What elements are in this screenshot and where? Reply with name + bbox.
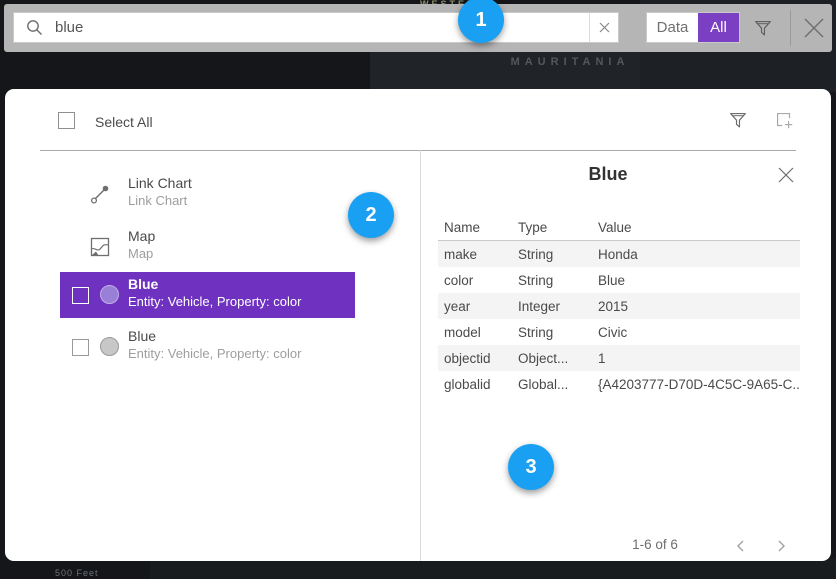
add-frame-icon [773,109,795,131]
column-header-type: Type [518,220,598,235]
result-checkbox[interactable] [72,339,89,356]
pagination-range-label: 1-6 of 6 [605,537,705,552]
table-header-row: Name Type Value [438,215,800,241]
result-title: Blue [128,328,156,344]
funnel-icon [752,17,774,39]
add-to-selection-button[interactable] [773,109,795,131]
pagination-previous-button[interactable] [735,539,747,553]
attributes-table: Name Type Value make String Honda color … [438,215,800,397]
search-toolbar: Data All [4,4,832,52]
close-icon [777,166,795,184]
result-item-link-chart[interactable]: Link Chart Link Chart [60,171,355,217]
result-title: Blue [128,276,158,292]
attr-value: {A4203777-D70D-4C5C-9A65-C... [598,377,800,392]
result-item-map[interactable]: Map Map [60,224,355,270]
link-chart-icon [89,183,111,205]
table-row: make String Honda [438,241,800,267]
result-title: Link Chart [128,175,192,191]
map-scale-label: 500 Feet [55,568,99,578]
close-icon [800,14,828,42]
map-icon [89,236,111,258]
toolbar-filter-button[interactable] [752,17,774,39]
annotation-badge-2: 2 [348,192,394,238]
attr-type: Integer [518,299,598,314]
search-icon [26,19,43,36]
header-divider [40,150,796,151]
toolbar-close-button[interactable] [800,14,828,42]
table-row: model String Civic [438,319,800,345]
result-title: Map [128,228,155,244]
toggle-option-all[interactable]: All [698,13,739,42]
attr-type: Global... [518,377,598,392]
result-item-blue[interactable]: Blue Entity: Vehicle, Property: color [60,324,355,370]
column-header-value: Value [598,220,800,235]
attr-type: String [518,247,598,262]
toggle-option-data[interactable]: Data [647,13,698,42]
map-label-mauritania: MAURITANIA [450,56,690,68]
result-subtitle: Map [128,246,153,261]
attr-type: Object... [518,351,598,366]
attr-value: Civic [598,325,800,340]
attr-value: Blue [598,273,800,288]
entity-circle-icon [100,337,119,356]
attr-name: model [438,325,518,340]
select-all-label: Select All [95,114,153,130]
result-checkbox[interactable] [72,287,89,304]
map-land-shape [150,558,836,579]
attr-type: String [518,273,598,288]
attr-name: make [438,247,518,262]
annotation-badge-3: 3 [508,444,554,490]
entity-circle-icon [100,285,119,304]
search-clear-button[interactable] [589,12,619,43]
table-row: color String Blue [438,267,800,293]
toolbar-divider [790,10,791,46]
table-row: globalid Global... {A4203777-D70D-4C5C-9… [438,371,800,397]
column-header-name: Name [438,220,518,235]
results-filter-button[interactable] [727,109,749,131]
attr-value: 1 [598,351,800,366]
funnel-icon [727,109,749,131]
link-analysis-search-screen: { "map": { "label_top": "WESTER", "label… [0,0,836,579]
attr-value: Honda [598,247,800,262]
attr-name: color [438,273,518,288]
attr-name: objectid [438,351,518,366]
table-row: objectid Object... 1 [438,345,800,371]
pagination-next-button[interactable] [775,539,787,553]
result-subtitle: Link Chart [128,193,187,208]
result-subtitle: Entity: Vehicle, Property: color [128,346,301,361]
data-all-toggle: Data All [646,12,740,43]
detail-panel-title: Blue [420,164,796,185]
table-row: year Integer 2015 [438,293,800,319]
attr-name: globalid [438,377,518,392]
attr-name: year [438,299,518,314]
attr-type: String [518,325,598,340]
detail-close-button[interactable] [777,166,797,186]
chevron-right-icon [775,539,787,553]
panel-divider [420,150,421,561]
result-subtitle: Entity: Vehicle, Property: color [128,294,301,309]
chevron-left-icon [735,539,747,553]
search-results-dialog: Select All Link Chart Link Chart [5,89,831,561]
select-all-checkbox[interactable] [58,112,75,129]
result-item-blue-selected[interactable]: Blue Entity: Vehicle, Property: color [60,272,355,318]
attr-value: 2015 [598,299,800,314]
close-icon [599,22,610,33]
